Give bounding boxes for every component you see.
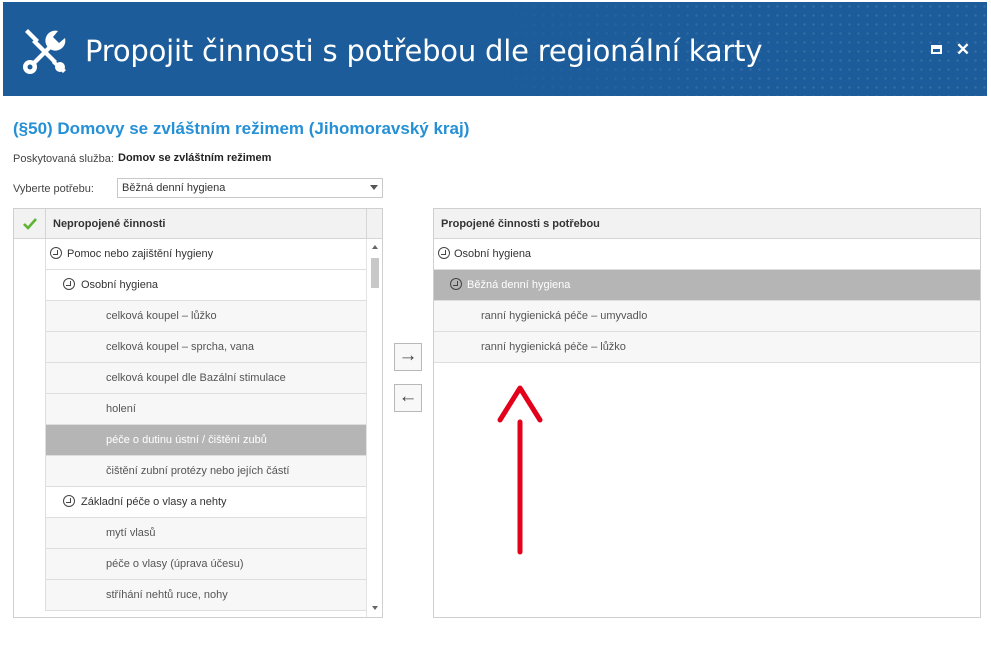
row-label: čištění zubní protézy nebo jejích částí — [106, 465, 290, 477]
unlinked-activities-grid: Nepropojené činnosti Pomoc nebo zajištěn… — [13, 208, 383, 618]
row-content[interactable]: čištění zubní protézy nebo jejích částí — [46, 456, 366, 486]
need-label: Vyberte potřebu: — [13, 183, 94, 195]
page-title: (§50) Domovy se zvláštním režimem (Jihom… — [13, 119, 470, 138]
row-content[interactable]: holení — [46, 394, 366, 424]
scrollbar[interactable] — [366, 239, 382, 617]
table-row[interactable]: celková koupel – sprcha, vana — [14, 332, 366, 363]
close-button[interactable]: ✕ — [955, 40, 971, 59]
right-rows: Osobní hygiena Běžná denní hygiena ranní h… — [434, 239, 980, 363]
table-row[interactable]: čištění zubní protézy nebo jejích částí — [14, 456, 366, 487]
row-content[interactable]: péče o vlasy (úprava účesu) — [46, 549, 366, 579]
row-checkbox[interactable] — [14, 549, 46, 580]
collapse-icon[interactable] — [438, 247, 450, 259]
maximize-button[interactable] — [929, 42, 945, 58]
row-content[interactable]: péče o dutinu ústní / čištění zubů — [46, 425, 366, 455]
service-value: Domov se zvláštním režimem — [118, 152, 272, 164]
table-row[interactable]: ranní hygienická péče – umyvadlo — [434, 301, 980, 332]
window-title: Propojit činnosti s potřebou dle regioná… — [85, 34, 763, 68]
row-checkbox[interactable] — [14, 456, 46, 487]
row-label: Základní péče o vlasy a nehty — [81, 496, 227, 508]
arrow-right-icon: → — [398, 345, 418, 366]
scroll-header — [366, 209, 382, 239]
grid-header-label: Propojené činnosti s potřebou — [441, 218, 600, 230]
row-checkbox[interactable] — [14, 363, 46, 394]
window-header: Propojit činnosti s potřebou dle regioná… — [3, 2, 987, 96]
row-checkbox[interactable] — [14, 270, 46, 301]
table-row[interactable]: celková koupel dle Bazální stimulace — [14, 363, 366, 394]
need-select-value: Běžná denní hygiena — [122, 182, 226, 194]
row-checkbox[interactable] — [14, 487, 46, 518]
table-row[interactable]: ranní hygienická péče – lůžko — [434, 332, 980, 363]
table-row[interactable]: celková koupel – lůžko — [14, 301, 366, 332]
row-checkbox[interactable] — [14, 332, 46, 363]
row-label: ranní hygienická péče – umyvadlo — [481, 310, 648, 322]
table-row[interactable]: Běžná denní hygiena — [434, 270, 980, 301]
row-content[interactable]: celková koupel – lůžko — [46, 301, 366, 331]
maximize-icon — [931, 45, 942, 54]
row-content[interactable]: Základní péče o vlasy a nehty — [46, 487, 366, 517]
table-row[interactable]: stříhání nehtů ruce, nohy — [14, 580, 366, 611]
row-checkbox[interactable] — [14, 301, 46, 332]
grid-header: Propojené činnosti s potřebou — [434, 209, 980, 239]
row-content[interactable]: celková koupel dle Bazální stimulace — [46, 363, 366, 393]
checkmark-icon — [23, 218, 37, 230]
row-label: mytí vlasů — [106, 527, 156, 539]
scroll-up-arrow-icon[interactable] — [372, 245, 378, 249]
grid-header-label: Nepropojené činnosti — [53, 218, 166, 230]
row-checkbox[interactable] — [14, 580, 46, 611]
row-label: péče o vlasy (úprava účesu) — [106, 558, 244, 570]
row-label: celková koupel – lůžko — [106, 310, 217, 322]
service-label: Poskytovaná služba: — [13, 153, 114, 165]
arrow-left-icon: ← — [398, 386, 418, 407]
row-label: Pomoc nebo zajištění hygieny — [67, 248, 214, 260]
select-all-header[interactable] — [14, 209, 46, 239]
row-label: Osobní hygiena — [454, 248, 532, 260]
left-rows: Pomoc nebo zajištění hygieny Osobní hygie… — [14, 239, 366, 611]
table-row[interactable]: péče o vlasy (úprava účesu) — [14, 549, 366, 580]
collapse-icon[interactable] — [450, 278, 462, 290]
row-label: holení — [106, 403, 136, 415]
table-row[interactable]: holení — [14, 394, 366, 425]
row-content[interactable]: stříhání nehtů ruce, nohy — [46, 580, 366, 610]
row-label: péče o dutinu ústní / čištění zubů — [106, 434, 267, 446]
row-checkbox[interactable] — [14, 518, 46, 549]
collapse-icon[interactable] — [50, 247, 62, 259]
row-checkbox[interactable] — [14, 425, 46, 456]
row-content[interactable]: Pomoc nebo zajištění hygieny — [46, 239, 366, 269]
wrench-screwdriver-icon — [23, 29, 66, 74]
move-left-button[interactable]: ← — [394, 384, 422, 412]
row-content[interactable]: mytí vlasů — [46, 518, 366, 548]
table-row[interactable]: Osobní hygiena — [14, 270, 366, 301]
chevron-down-icon — [370, 185, 378, 190]
annotation-arrow-icon — [497, 385, 543, 555]
scroll-thumb[interactable] — [371, 258, 379, 288]
table-row[interactable]: Osobní hygiena — [434, 239, 980, 270]
table-row[interactable]: mytí vlasů — [14, 518, 366, 549]
row-label: celková koupel – sprcha, vana — [106, 341, 254, 353]
collapse-icon[interactable] — [63, 495, 75, 507]
row-content[interactable]: celková koupel – sprcha, vana — [46, 332, 366, 362]
scroll-down-arrow-icon[interactable] — [372, 606, 378, 610]
row-label: ranní hygienická péče – lůžko — [481, 341, 626, 353]
move-right-button[interactable]: → — [394, 343, 422, 371]
row-label: Osobní hygiena — [81, 279, 159, 291]
row-label: stříhání nehtů ruce, nohy — [106, 589, 228, 601]
table-row[interactable]: péče o dutinu ústní / čištění zubů — [14, 425, 366, 456]
table-row[interactable]: Základní péče o vlasy a nehty — [14, 487, 366, 518]
row-checkbox[interactable] — [14, 394, 46, 425]
grid-header: Nepropojené činnosti — [14, 209, 366, 239]
row-label: celková koupel dle Bazální stimulace — [106, 372, 286, 384]
row-content[interactable]: Osobní hygiena — [46, 270, 366, 300]
table-row[interactable]: Pomoc nebo zajištění hygieny — [14, 239, 366, 270]
close-icon: ✕ — [955, 40, 971, 59]
need-select[interactable]: Běžná denní hygiena — [117, 178, 383, 198]
collapse-icon[interactable] — [63, 278, 75, 290]
row-checkbox[interactable] — [14, 239, 46, 270]
row-label: Běžná denní hygiena — [467, 279, 571, 291]
